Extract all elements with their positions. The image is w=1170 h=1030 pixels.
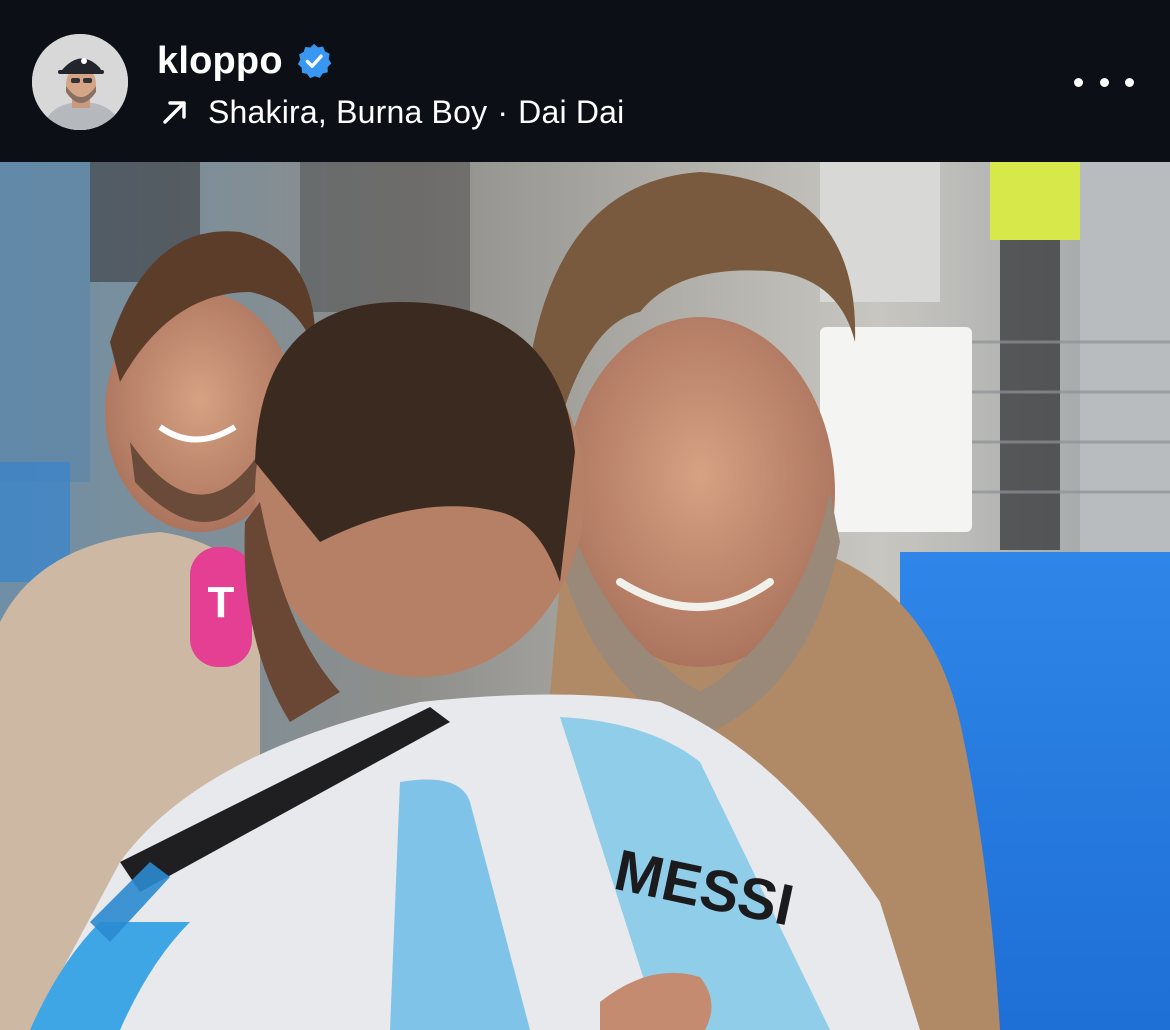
post-photo[interactable]: T MESSI xyxy=(0,162,1170,1030)
arrow-up-right-icon xyxy=(163,101,186,124)
more-dot xyxy=(1099,77,1109,87)
verified-badge-icon xyxy=(297,43,332,79)
username[interactable]: kloppo xyxy=(157,40,283,83)
music-separator: · xyxy=(497,93,509,130)
avatar-image xyxy=(32,34,128,130)
username-row: kloppo xyxy=(157,36,333,86)
avatar[interactable] xyxy=(32,34,128,130)
post-header: kloppo Shakira, Burna Boy · Dai Dai xyxy=(0,0,1170,162)
music-artists: Shakira, Burna Boy xyxy=(208,93,488,130)
more-dot xyxy=(1125,77,1134,87)
photo-illustration: T MESSI xyxy=(0,162,1170,1030)
mic-logo: T xyxy=(208,578,235,627)
more-options-button[interactable] xyxy=(1074,62,1134,102)
music-song: Dai Dai xyxy=(518,93,625,130)
more-horizontal-icon xyxy=(1074,77,1083,87)
music-info[interactable]: Shakira, Burna Boy · Dai Dai xyxy=(160,88,625,136)
